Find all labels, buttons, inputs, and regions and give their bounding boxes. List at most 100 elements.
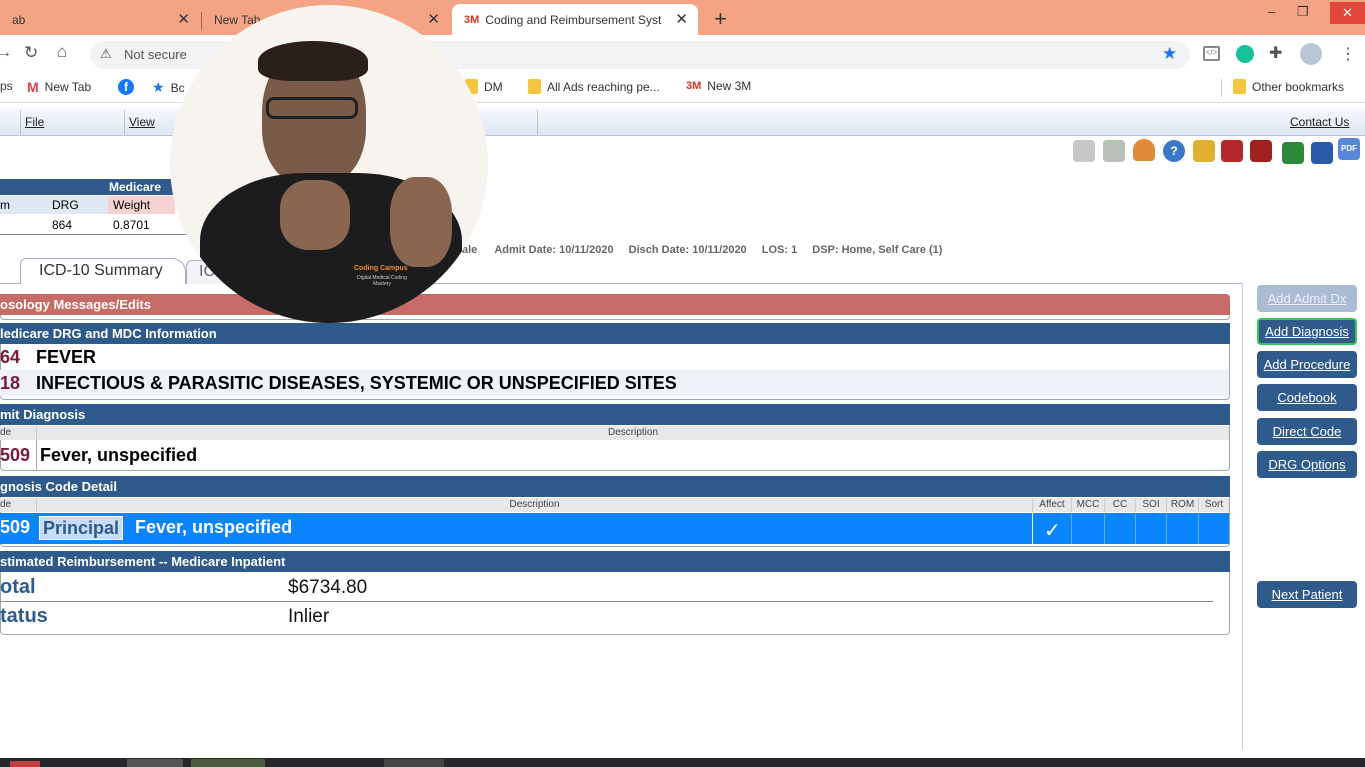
total-value: $6734.80 (288, 577, 368, 598)
drg-code: 64 (0, 347, 21, 367)
add-procedure-button[interactable]: Add Procedure (1257, 351, 1357, 378)
col-weight: Weight (113, 198, 151, 212)
bookmark-item[interactable]: ★ Bc (152, 79, 185, 96)
next-patient-button[interactable]: Next Patient (1257, 581, 1357, 608)
dx-description[interactable]: Fever, unspecified (135, 515, 292, 539)
dx-code[interactable]: 509 (0, 515, 30, 539)
codebook-button[interactable]: Codebook (1257, 384, 1357, 411)
col-header-code: de (0, 426, 37, 440)
user-icon[interactable] (1133, 139, 1155, 161)
print-preview-icon[interactable] (1103, 140, 1125, 162)
3m-icon: 3M (686, 80, 702, 92)
contact-us-link[interactable]: Contact Us (1290, 115, 1349, 129)
patient-info-bar: ale Admit Date: 10/11/2020 Disch Date: 1… (462, 244, 942, 256)
book-green-icon[interactable] (1282, 142, 1304, 164)
mdc-code: 18 (0, 373, 21, 393)
grammarly-icon[interactable] (1236, 45, 1254, 63)
presenter-hand (390, 177, 452, 267)
admit-dx-code[interactable]: 509 (0, 443, 30, 467)
mdc-description: INFECTIOUS & PARASITIC DISEASES, SYSTEMI… (36, 373, 677, 393)
add-diagnosis-button[interactable]: Add Diagnosis (1257, 318, 1357, 345)
reimb-box (0, 572, 1230, 635)
new-tab-button[interactable]: + (714, 6, 727, 32)
nosology-section-header[interactable]: osology Messages/Edits (0, 294, 1230, 315)
book-red-icon[interactable] (1250, 140, 1272, 162)
bookmark-star-icon[interactable]: ★ (1162, 44, 1177, 64)
books-icon[interactable] (1193, 140, 1215, 162)
weight-value: 0.8701 (113, 218, 150, 232)
close-window-icon[interactable]: ✕ (1330, 2, 1365, 24)
bookmark-label: ps (0, 79, 13, 93)
dx-detail-section-header[interactable]: gnosis Code Detail (0, 476, 1230, 497)
tab-icd10-summary[interactable]: ICD-10 Summary (20, 258, 186, 284)
security-label[interactable]: Not secure (124, 47, 187, 62)
browser-tab[interactable]: ab ✕ (0, 4, 200, 35)
col-header-cc: CC (1105, 498, 1136, 512)
help-icon[interactable]: ? (1163, 140, 1185, 162)
bookmark-label: Bc (170, 80, 185, 95)
browser-tab-active[interactable]: 3M Coding and Reimbursement Syst ✕ (452, 4, 698, 35)
bookmark-item[interactable]: Other bookmarks (1233, 79, 1344, 94)
drg-mdc-section-header[interactable]: ledicare DRG and MDC Information (0, 323, 1230, 344)
taskbar-app-icon[interactable] (10, 761, 40, 767)
taskbar-app-icon[interactable] (127, 759, 183, 767)
divider (0, 234, 188, 235)
col-m: m (0, 198, 10, 212)
folder-icon (528, 79, 541, 94)
taskbar-app-icon[interactable] (384, 759, 444, 767)
divider (1242, 284, 1243, 750)
bookmark-item[interactable]: ps (0, 79, 13, 93)
status-value: Inlier (288, 606, 330, 627)
menu-dots-icon[interactable]: ⋮ (1340, 44, 1356, 64)
status-label: tatus (0, 605, 48, 627)
divider (36, 440, 37, 470)
book-blue-icon[interactable] (1311, 142, 1333, 164)
bookmark-item[interactable]: M New Tab (27, 79, 91, 95)
pdf-icon[interactable]: PDF (1338, 138, 1360, 160)
close-icon[interactable]: ✕ (427, 10, 440, 28)
drg-value: 864 (52, 218, 73, 232)
reload-icon[interactable]: ↻ (24, 43, 38, 63)
forward-icon[interactable]: → (0, 44, 12, 62)
tab-title: ab (12, 12, 26, 27)
presenter-hands (280, 180, 350, 250)
taskbar-app-icon[interactable] (191, 759, 265, 767)
bookmark-item[interactable]: All Ads reaching pe... (528, 79, 660, 94)
drg-table-header: Medicare (0, 179, 175, 195)
facebook-icon: f (118, 79, 134, 95)
disch-date: Disch Date: 10/11/2020 (628, 244, 747, 256)
dsp: DSP: Home, Self Care (1) (812, 244, 943, 256)
print-icon[interactable] (1073, 140, 1095, 162)
divider (1071, 513, 1072, 544)
bookmark-item[interactable]: 3M New 3M (686, 79, 751, 93)
book-red-icon[interactable] (1221, 140, 1243, 162)
drg-options-button[interactable]: DRG Options (1257, 451, 1357, 478)
reimb-section-header[interactable]: stimated Reimbursement -- Medicare Inpat… (0, 551, 1230, 572)
profile-avatar[interactable] (1300, 43, 1322, 65)
divider (0, 601, 1213, 602)
restore-icon[interactable]: ❐ (1297, 4, 1309, 20)
menu-file[interactable]: File (20, 110, 120, 134)
direct-code-button[interactable]: Direct Code (1257, 418, 1357, 445)
nosology-box (0, 315, 1230, 320)
shirt-logo: Coding Campus (354, 265, 408, 272)
minimize-icon[interactable]: – (1268, 4, 1275, 19)
home-icon[interactable]: ⌂ (57, 42, 67, 62)
bookmark-item[interactable]: f (118, 79, 134, 95)
divider (1166, 513, 1167, 544)
presenter-video-overlay: Coding Campus Digital Medical Coding Mas… (170, 5, 488, 323)
divider (1032, 513, 1033, 544)
close-icon[interactable]: ✕ (675, 10, 688, 28)
extensions-icon[interactable]: ✚ (1269, 43, 1282, 63)
col-header-soi: SOI (1136, 498, 1167, 512)
code-extension-icon[interactable]: </> (1203, 46, 1220, 61)
add-admit-dx-button[interactable]: Add Admit Dx (1257, 285, 1357, 312)
star-icon: ★ (152, 79, 165, 95)
check-icon[interactable]: ✓ (1044, 518, 1061, 543)
close-icon[interactable]: ✕ (177, 10, 190, 28)
admit-dx-section-header[interactable]: mit Diagnosis (0, 404, 1230, 425)
divider (1198, 513, 1199, 544)
total-label: otal (0, 576, 36, 598)
admit-dx-description[interactable]: Fever, unspecified (40, 443, 197, 467)
folder-icon (1233, 79, 1246, 94)
